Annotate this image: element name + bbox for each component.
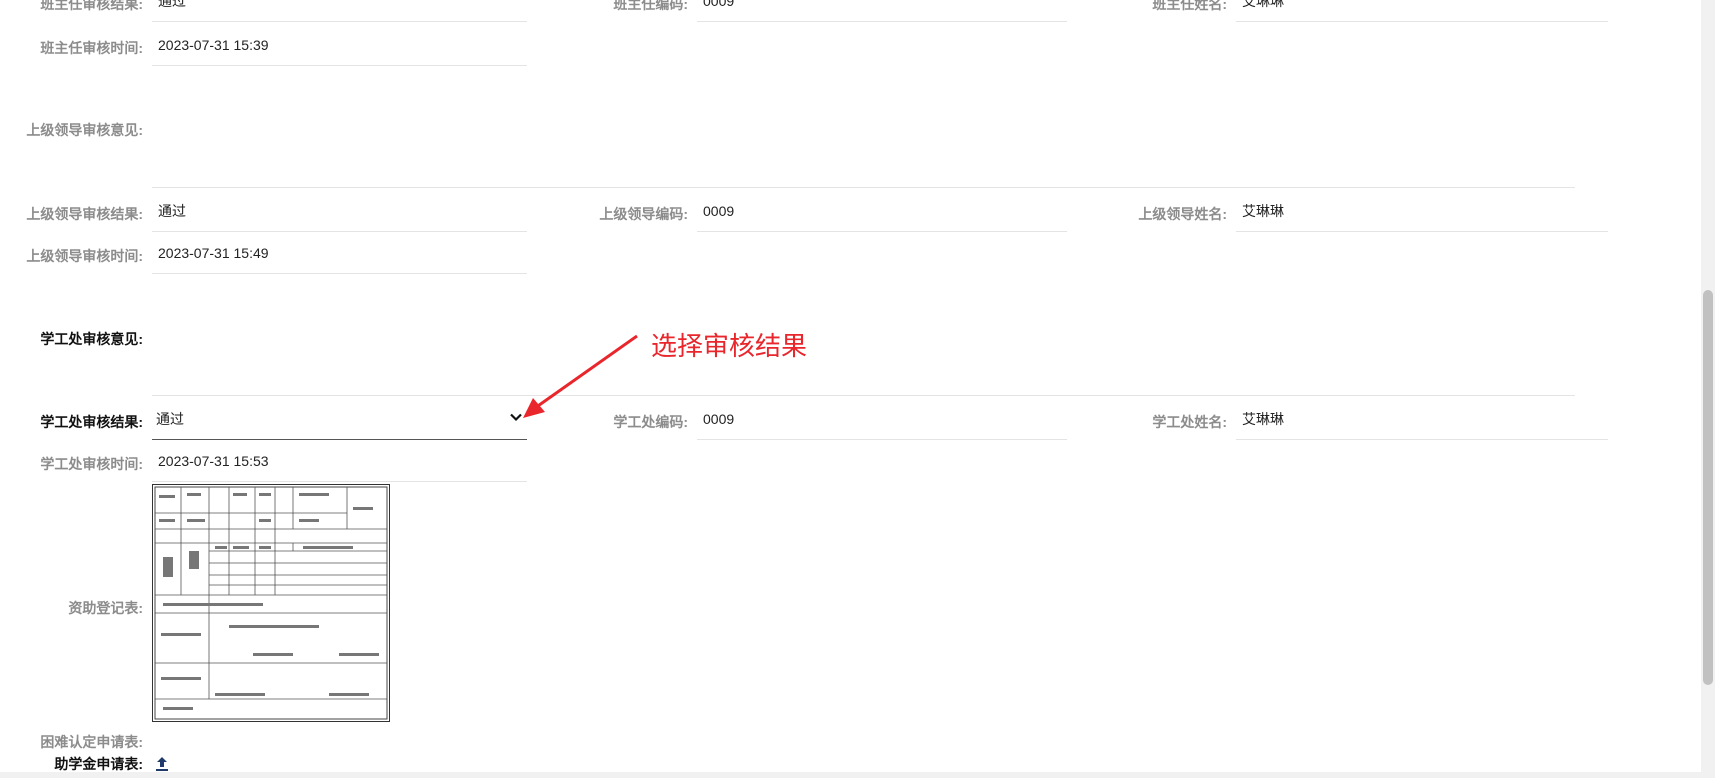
teacher-result-value: 通过 <box>152 0 527 22</box>
leader-name-value: 艾琳琳 <box>1236 202 1608 232</box>
leader-time-value: 2023-07-31 15:49 <box>152 244 527 274</box>
teacher-name-label: 班主任姓名: <box>1152 0 1227 12</box>
office-time-value: 2023-07-31 15:53 <box>152 452 527 482</box>
teacher-code-label: 班主任编码: <box>613 0 688 12</box>
leader-opinion-label: 上级领导审核意见: <box>26 122 143 138</box>
grant-form-label: 助学金申请表: <box>54 756 143 772</box>
office-opinion-field[interactable] <box>152 282 1575 396</box>
leader-code-label: 上级领导编码: <box>599 206 688 222</box>
aid-form-thumbnail[interactable] <box>152 484 390 722</box>
office-time-label: 学工处审核时间: <box>40 456 143 472</box>
office-code-value: 0009 <box>697 410 1067 440</box>
aid-form-label: 资助登记表: <box>68 600 143 616</box>
leader-time-label: 上级领导审核时间: <box>26 248 143 264</box>
office-result-select[interactable]: 通过 <box>152 410 527 440</box>
office-name-value: 艾琳琳 <box>1236 410 1608 440</box>
leader-name-label: 上级领导姓名: <box>1138 206 1227 222</box>
horizontal-scrollbar[interactable] <box>0 772 1701 778</box>
office-result-selected: 通过 <box>156 411 184 427</box>
office-result-label: 学工处审核结果: <box>40 414 143 430</box>
vertical-scrollbar-thumb[interactable] <box>1703 290 1713 685</box>
leader-result-value: 通过 <box>152 202 527 232</box>
teacher-time-value: 2023-07-31 15:39 <box>152 36 527 66</box>
office-name-label: 学工处姓名: <box>1152 414 1227 430</box>
leader-code-value: 0009 <box>697 202 1067 232</box>
office-opinion-label: 学工处审核意见: <box>40 331 143 347</box>
teacher-code-value: 0009 <box>697 0 1067 22</box>
annotation-text: 选择审核结果 <box>651 332 808 362</box>
leader-result-label: 上级领导审核结果: <box>26 206 143 222</box>
teacher-name-value: 艾琳琳 <box>1236 0 1608 22</box>
annotation-arrow <box>523 334 638 418</box>
teacher-time-label: 班主任审核时间: <box>40 40 143 56</box>
leader-opinion-field <box>152 70 1575 188</box>
vertical-scrollbar[interactable] <box>1701 0 1715 778</box>
teacher-result-label: 班主任审核结果: <box>40 0 143 12</box>
hardship-form-label: 困难认定申请表: <box>40 734 143 750</box>
